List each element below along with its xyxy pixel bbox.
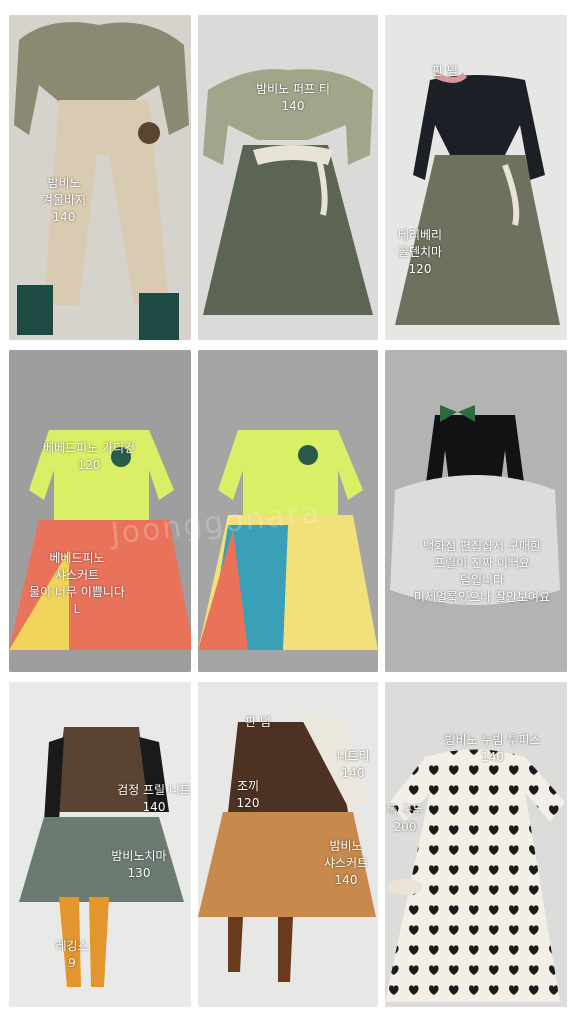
caption-heart-dress: 밤비노 누빔 투피스 140 [430,732,555,766]
caption-line: 테리베리 [397,228,443,242]
caption-frill-bodysuit: 백화점 편집샵서 구매한 프릴이 진짜 이뻐요 덤입니다 미세얼룩있으나 잘안보… [397,538,567,606]
caption-line: 덤입니다 [459,573,505,587]
caption-bonus-item: 판 덤 [228,714,288,731]
caption-black-frill-knit: 검정 프릴 니트 140 [109,782,191,816]
photo-tile-1[interactable]: 밤비노 겨울바지 140 [9,15,191,340]
caption-line: 140 [281,99,305,113]
caption-line: 조끼 [236,779,260,793]
caption-line: 130 [127,866,151,880]
caption-line: 140 [52,210,76,224]
knit-skirt-leggings-image [9,682,191,1007]
caption-bonus-top: 판 덤 [415,63,475,80]
caption-line: 판 덤 [432,64,458,78]
caption-line: 140 [142,800,166,814]
photo-tile-7[interactable]: 검정 프릴 니트 140 밤비노치마 130 레깅스 9 [9,682,191,1007]
caption-line: 겨울바지 [41,193,87,207]
caption-line: 120 [77,458,101,472]
caption-line: 140 [341,766,365,780]
caption-line: 120 [408,262,432,276]
caption-line: 200 [393,820,417,834]
caption-leggings: 레깅스 9 [47,938,97,972]
photo-tile-2[interactable]: 밤비노 퍼프 티 140 [198,15,378,340]
caption-line: 140 [481,750,504,764]
corduroy-skirt-outfit-image [385,15,567,340]
caption-bambino-skirt: 밤비노치마 130 [99,848,179,882]
caption-vest: 조끼 120 [228,778,268,812]
caption-line: 밤비노 누빔 투피스 [444,733,541,747]
caption-line: 샤스커트 [54,568,100,582]
photo-tile-8[interactable]: 판 덤 니트티 140 조끼 120 밤비노 샤스커트 140 [198,682,378,1007]
caption-line: 120 [236,796,260,810]
heart-print-dress-image [385,682,567,1007]
caption-line: 9 [68,956,76,970]
caption-line: 베베드피노 [49,551,105,565]
caption-line: L [73,602,81,616]
photo-tile-3[interactable]: 판 덤 테리베리 골덴치마 120 [385,15,567,340]
caption-line: 백화점 편집샵서 구매한 [422,539,542,553]
caption-line: 밤비노 [47,176,81,190]
caption-line: 밤비노 [329,839,363,853]
caption-line: 밤비노치마 [111,849,167,863]
caption-knit-tee: 니트티 140 [328,748,378,782]
caption-corduroy-skirt: 테리베리 골덴치마 120 [385,227,455,278]
caption-tulle-skirt: 베베드피노 샤스커트 물이 너무 이쁩니다 L [17,550,137,618]
photo-tile-9[interactable]: 밤비노 누빔 투피스 140 독 구두 200 [385,682,567,1007]
caption-line: 골덴치마 [397,245,443,259]
caption-winter-pants: 밤비노 겨울바지 140 [19,175,109,226]
caption-line: 밤비노 퍼프 티 [256,82,330,96]
caption-line: 미세얼룩있으나 잘안보여요 [413,590,551,604]
caption-line: 프릴이 진짜 이뻐요 [434,556,530,570]
caption-line: 베베드피노 가디건 [42,441,136,455]
caption-line: 검정 프릴 니트 [117,783,191,797]
caption-line: 판 덤 [245,715,271,729]
caption-line: 레깅스 [55,939,89,953]
caption-puff-tee: 밤비노 퍼프 티 140 [238,81,348,115]
caption-tulle-skirt-2: 밤비노 샤스커트 140 [316,838,376,889]
puff-tee-outfit-image [198,15,378,340]
caption-shoes: 독 구두 200 [385,802,425,836]
caption-line: 샤스커트 [323,856,369,870]
caption-cardigan: 베베드피노 가디건 120 [34,440,144,474]
caption-line: 물이 너무 이쁩니다 [29,585,125,599]
caption-line: 니트티 [336,749,370,763]
caption-line: 독 구두 [386,803,424,817]
caption-line: 140 [334,873,358,887]
